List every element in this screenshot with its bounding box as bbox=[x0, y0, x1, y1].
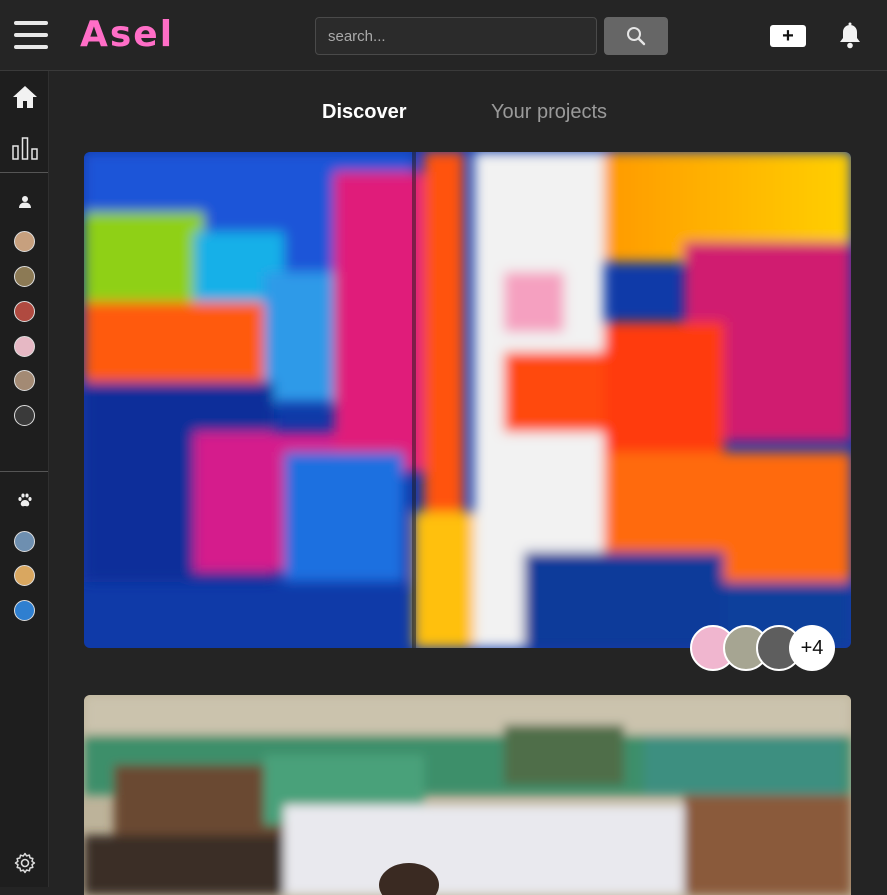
tab-discover[interactable]: Discover bbox=[322, 98, 407, 126]
menu-icon[interactable] bbox=[14, 20, 48, 50]
project-card[interactable] bbox=[84, 152, 851, 648]
notifications-button[interactable] bbox=[837, 22, 863, 50]
add-project-button[interactable]: + bbox=[770, 25, 806, 47]
sidebar-person-avatar[interactable] bbox=[14, 231, 35, 252]
app-logo[interactable]: Asel bbox=[80, 13, 174, 57]
gear-icon bbox=[14, 852, 36, 874]
project-image bbox=[84, 152, 851, 648]
nav-home[interactable] bbox=[10, 82, 40, 112]
search-button[interactable] bbox=[604, 17, 668, 55]
person-icon bbox=[19, 196, 31, 208]
sidebar-divider bbox=[0, 172, 48, 173]
sidebar-person-avatar[interactable] bbox=[14, 370, 35, 391]
project-image bbox=[84, 695, 851, 895]
tab-your-projects[interactable]: Your projects bbox=[491, 98, 607, 126]
sidebar-group-avatar[interactable] bbox=[14, 531, 35, 552]
settings-button[interactable] bbox=[10, 848, 40, 878]
search-input[interactable] bbox=[315, 17, 597, 55]
sidebar bbox=[0, 71, 49, 887]
home-icon bbox=[13, 86, 37, 108]
paw-icon bbox=[18, 493, 32, 507]
more-collaborators-badge[interactable]: +4 bbox=[789, 625, 835, 671]
sidebar-person-avatar[interactable] bbox=[14, 266, 35, 287]
sidebar-person-avatar[interactable] bbox=[14, 336, 35, 357]
top-bar: Asel + bbox=[0, 0, 887, 71]
sidebar-group-avatar[interactable] bbox=[14, 565, 35, 586]
sidebar-group-avatar[interactable] bbox=[14, 600, 35, 621]
project-card[interactable] bbox=[84, 695, 851, 895]
bell-icon bbox=[840, 22, 860, 49]
people-section[interactable] bbox=[10, 187, 40, 217]
nav-stats[interactable] bbox=[10, 133, 40, 163]
sidebar-divider bbox=[0, 471, 48, 472]
search-icon bbox=[627, 27, 646, 46]
sidebar-person-avatar[interactable] bbox=[14, 301, 35, 322]
bar-chart-icon bbox=[12, 137, 38, 160]
sidebar-person-avatar[interactable] bbox=[14, 405, 35, 426]
groups-section[interactable] bbox=[10, 485, 40, 515]
plus-icon: + bbox=[782, 25, 794, 47]
